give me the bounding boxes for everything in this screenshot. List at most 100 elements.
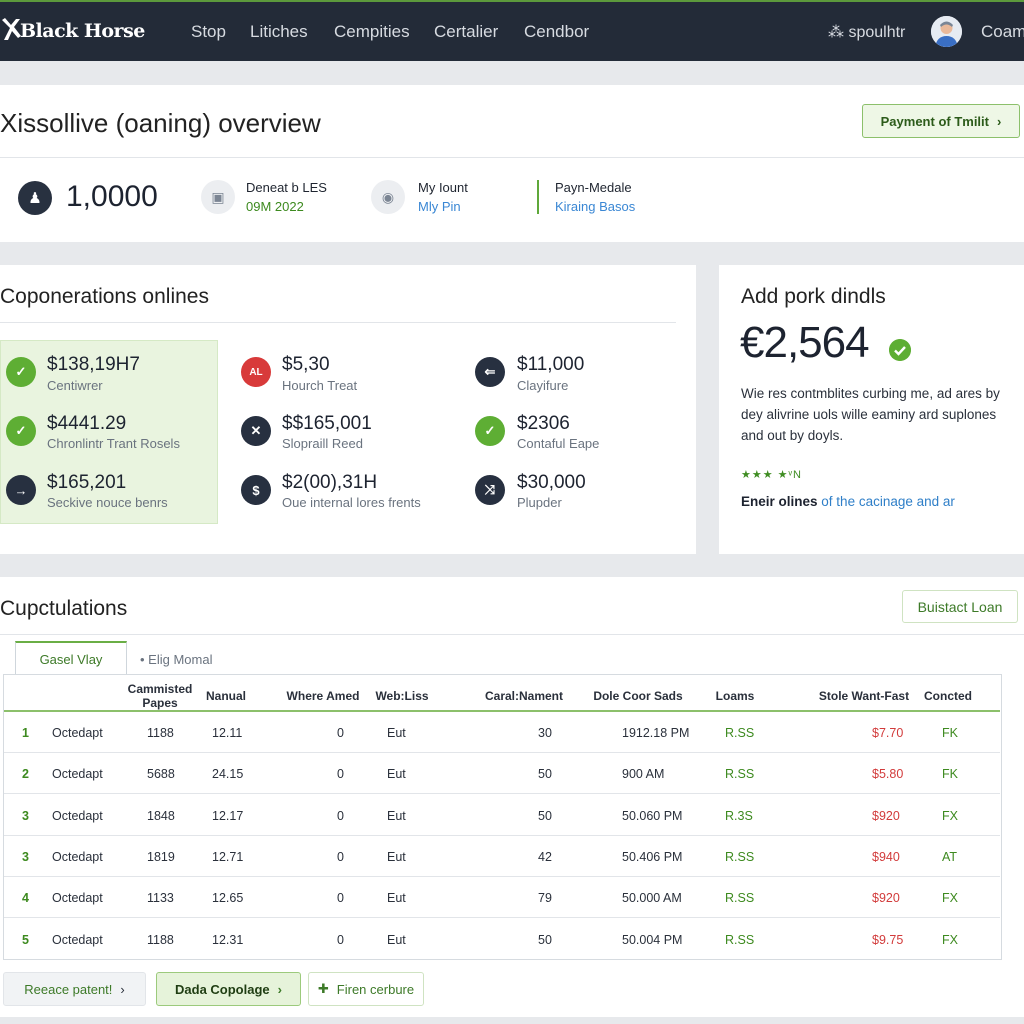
firen-cerbure-button[interactable]: ✚ Firen cerbure bbox=[308, 972, 424, 1006]
dada-copolage-button[interactable]: Dada Copolage › bbox=[156, 972, 301, 1006]
cell-loams: R.3S bbox=[725, 809, 753, 823]
col-header-manual[interactable]: Nanual bbox=[200, 689, 252, 703]
brand-logo[interactable]: Black Horse bbox=[0, 16, 145, 46]
cell-caral: 30 bbox=[538, 726, 552, 740]
cell-dole: 50.004 PM bbox=[622, 933, 683, 947]
cell-web: Eut bbox=[387, 767, 406, 781]
op-label: Clayifure bbox=[517, 378, 569, 393]
footer-link[interactable]: of the cacinage and ar bbox=[821, 494, 955, 509]
cell-caral: 50 bbox=[538, 809, 552, 823]
col-header-papes[interactable]: Cammisted Papes bbox=[125, 682, 195, 710]
nav-link-certalier[interactable]: Certalier bbox=[434, 22, 498, 42]
op-amount: $$165,001 bbox=[282, 413, 372, 434]
op-amount: $5,30 bbox=[282, 354, 330, 375]
table-row[interactable]: 3 Octedapt 1848 12.17 0 Eut 50 50.060 PM… bbox=[4, 795, 1000, 836]
company-name[interactable]: Coam bbox=[981, 22, 1024, 42]
cell-where: 0 bbox=[337, 726, 344, 740]
payment-button[interactable]: Payment of Tmilit › bbox=[862, 104, 1020, 138]
cell-name: Octedapt bbox=[52, 767, 103, 781]
user-menu[interactable]: ⁂ spoulhtr bbox=[828, 22, 905, 42]
cell-dole: 50.000 AM bbox=[622, 891, 682, 905]
op-amount: $138,19H7 bbox=[47, 354, 140, 375]
chevron-right-icon: › bbox=[277, 981, 282, 997]
payment-button-label: Payment of Tmilit bbox=[880, 113, 989, 129]
nav-link-cempities[interactable]: Cempities bbox=[334, 22, 410, 42]
cell-where: 0 bbox=[337, 891, 344, 905]
cell-stole: $920 bbox=[872, 891, 900, 905]
cell-where: 0 bbox=[337, 850, 344, 864]
cell-where: 0 bbox=[337, 933, 344, 947]
cell-papes: 1133 bbox=[147, 891, 174, 905]
user-name: spoulhtr bbox=[848, 24, 906, 41]
calendar-icon: ▣ bbox=[201, 180, 235, 214]
table-row[interactable]: 4 Octedapt 1133 12.65 0 Eut 79 50.000 AM… bbox=[4, 877, 1000, 918]
cell-dole: 50.406 PM bbox=[622, 850, 683, 864]
col-header-concted[interactable]: Concted bbox=[920, 689, 976, 703]
col-header-caral[interactable]: Caral:Nament bbox=[480, 689, 568, 703]
col-header-web[interactable]: Web:Liss bbox=[370, 689, 434, 703]
op-amount: $2306 bbox=[517, 413, 570, 434]
tab-gasel-vlay[interactable]: Gasel Vlay bbox=[15, 641, 127, 675]
buistact-loan-button[interactable]: Buistact Loan bbox=[902, 590, 1018, 623]
shuffle-icon: ⤨ bbox=[475, 475, 505, 505]
op-label: Slopraill Reed bbox=[282, 436, 363, 451]
cell-web: Eut bbox=[387, 933, 406, 947]
tab-elig-momal[interactable]: • Elig Momal bbox=[140, 652, 212, 667]
cell-caral: 50 bbox=[538, 933, 552, 947]
cell-manual: 12.65 bbox=[212, 891, 244, 905]
table-row[interactable]: 1 Octedapt 1188 12.11 0 Eut 30 1912.18 P… bbox=[4, 712, 1000, 753]
pin-icon: ✚ bbox=[317, 981, 329, 996]
add-pork-panel: Add pork dindls €2,564 Wie res contmblit… bbox=[719, 265, 1024, 554]
cell-stole: $920 bbox=[872, 809, 900, 823]
nav-link-cendbor[interactable]: Cendbor bbox=[524, 22, 589, 42]
info-label-2: My Iount bbox=[418, 180, 468, 195]
cell-dole: 900 AM bbox=[622, 767, 665, 781]
footer-bold-text: Eneir olines bbox=[741, 494, 818, 509]
avatar[interactable] bbox=[931, 16, 962, 47]
table-row[interactable]: 2 Octedapt 5688 24.15 0 Eut 50 900 AM R.… bbox=[4, 753, 1000, 794]
avatar-image bbox=[931, 16, 962, 47]
info-label-3: Payn-Medale bbox=[555, 180, 632, 195]
cell-name: Octedapt bbox=[52, 850, 103, 864]
table-row[interactable]: 5 Octedapt 1188 12.31 0 Eut 50 50.004 PM… bbox=[4, 919, 1000, 960]
col-header-dole[interactable]: Dole Coor Sads bbox=[592, 689, 684, 703]
operations-divider bbox=[0, 322, 676, 323]
user-icon: ⁂ bbox=[828, 24, 849, 41]
cell-manual: 12.31 bbox=[212, 933, 244, 947]
op-label: Hourch Treat bbox=[282, 378, 358, 393]
dada-copolage-label: Dada Copolage bbox=[175, 981, 270, 997]
info-value-1: 09M 2022 bbox=[246, 199, 304, 214]
horse-logo-icon bbox=[2, 18, 21, 40]
rating-stars-icon: ★★★ ★ᵛN bbox=[741, 469, 802, 481]
arrow-right-icon: → bbox=[6, 475, 36, 505]
op-amount: $4441.29 bbox=[47, 413, 127, 434]
cell-stole: $9.75 bbox=[872, 933, 904, 947]
cell-loams: R.SS bbox=[725, 726, 755, 740]
cell-papes: 1188 bbox=[147, 933, 174, 947]
cell-caral: 42 bbox=[538, 850, 552, 864]
col-header-where[interactable]: Where Amed bbox=[283, 689, 363, 703]
reeace-patent-button[interactable]: Reeace patent! › bbox=[3, 972, 146, 1006]
cell-rank: 5 bbox=[22, 933, 29, 947]
cell-caral: 50 bbox=[538, 767, 552, 781]
nav-link-stop[interactable]: Stop bbox=[191, 22, 226, 42]
firen-cerbure-label: Firen cerbure bbox=[336, 981, 415, 997]
account-icon: ♟ bbox=[18, 181, 52, 215]
info-value-3[interactable]: Kiraing Basos bbox=[555, 199, 635, 214]
nav-link-litiches[interactable]: Litiches bbox=[250, 22, 308, 42]
table-row[interactable]: 3 Octedapt 1819 12.71 0 Eut 42 50.406 PM… bbox=[4, 836, 1000, 877]
cell-caral: 79 bbox=[538, 891, 552, 905]
cell-web: Eut bbox=[387, 891, 406, 905]
cell-stole: $5.80 bbox=[872, 767, 904, 781]
cell-loams: R.SS bbox=[725, 891, 755, 905]
brand-name: Black Horse bbox=[20, 20, 145, 42]
add-pork-description: Wie res contmblites curbing me, ad ares … bbox=[741, 386, 1000, 443]
cell-loams: R.SS bbox=[725, 933, 755, 947]
col-header-loams[interactable]: Loams bbox=[710, 689, 760, 703]
info-value-2[interactable]: Mly Pin bbox=[418, 199, 461, 214]
overview-panel: Xissollive (oaning) overview Payment of … bbox=[0, 85, 1024, 242]
check-icon: ✓ bbox=[475, 416, 505, 446]
info-label-1: Deneat b LES bbox=[246, 180, 327, 195]
col-header-stole[interactable]: Stole Want-Fast bbox=[812, 689, 916, 703]
add-pork-amount: €2,564 bbox=[740, 318, 870, 367]
